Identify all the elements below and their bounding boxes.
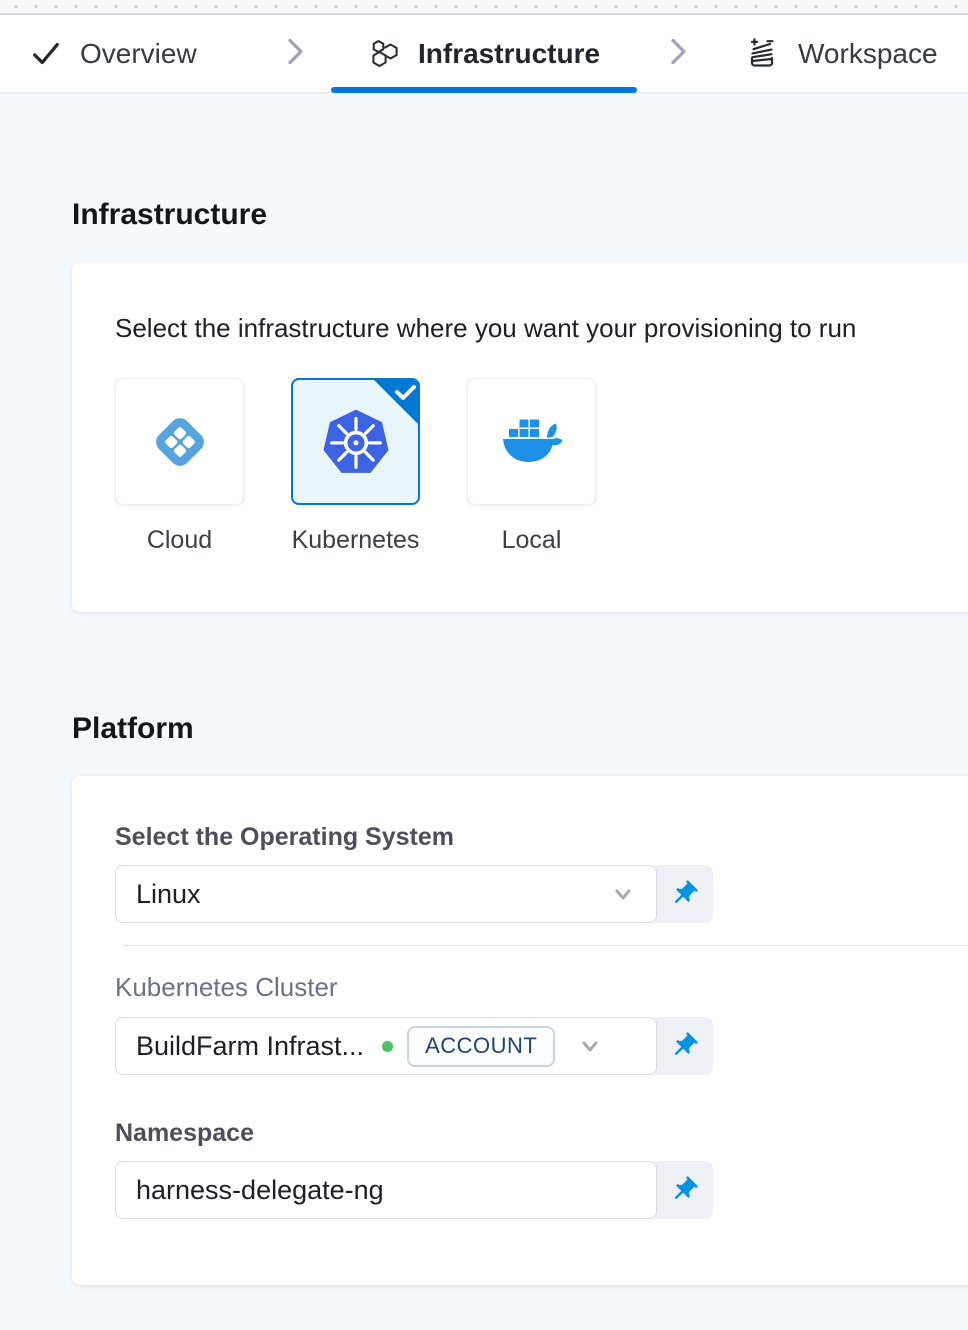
namespace-field-row (115, 1161, 968, 1219)
tab-overview-label: Overview (80, 38, 197, 70)
pin-icon (669, 879, 699, 909)
tab-overview[interactable]: Overview (30, 15, 197, 92)
pin-icon (669, 1031, 699, 1061)
scope-badge: ACCOUNT (407, 1026, 555, 1067)
cluster-select-value: BuildFarm Infrast... (136, 1031, 364, 1062)
option-kubernetes-tile[interactable] (291, 378, 420, 505)
os-select[interactable]: Linux (115, 865, 657, 923)
chevron-down-icon (577, 1033, 603, 1059)
tab-workspace[interactable]: Workspace (744, 15, 938, 92)
option-kubernetes-label: Kubernetes (292, 525, 420, 555)
namespace-field-label: Namespace (115, 1118, 968, 1148)
infrastructure-options: Cloud (115, 378, 968, 555)
window-top-strip (0, 0, 968, 15)
cluster-select[interactable]: BuildFarm Infrast... ACCOUNT (115, 1017, 657, 1075)
option-kubernetes: Kubernetes (291, 378, 420, 555)
tab-infrastructure-label: Infrastructure (418, 38, 600, 70)
layers-icon (744, 36, 780, 72)
option-local: Local (467, 378, 596, 555)
os-field-row: Linux (115, 865, 968, 923)
tab-infrastructure[interactable]: Infrastructure (366, 15, 600, 92)
chevron-down-icon (610, 881, 636, 907)
platform-card: Select the Operating System Linux Kubern… (72, 776, 968, 1285)
check-icon (30, 38, 62, 70)
option-cloud: Cloud (115, 378, 244, 555)
option-cloud-tile[interactable] (115, 378, 244, 505)
active-tab-underline (331, 87, 637, 93)
os-field-label: Select the Operating System (115, 822, 968, 852)
option-local-tile[interactable] (467, 378, 596, 505)
chevron-right-icon (666, 34, 690, 73)
infrastructure-heading: Infrastructure (72, 199, 968, 231)
pin-icon (669, 1175, 699, 1205)
wizard-stepper: Overview Infrastructure (0, 15, 968, 93)
field-divider (123, 945, 968, 946)
chevron-right-icon (283, 34, 307, 73)
cluster-field-label: Kubernetes Cluster (115, 972, 968, 1002)
platform-heading: Platform (72, 713, 968, 745)
cluster-field-row: BuildFarm Infrast... ACCOUNT (115, 1017, 968, 1075)
tab-workspace-label: Workspace (798, 38, 938, 70)
connector-status-dot (382, 1041, 393, 1052)
infrastructure-prompt: Select the infrastructure where you want… (115, 312, 968, 344)
docker-whale-icon (495, 414, 569, 470)
namespace-input[interactable] (115, 1161, 657, 1219)
option-cloud-label: Cloud (147, 525, 212, 555)
os-select-value: Linux (136, 879, 588, 910)
option-local-label: Local (502, 525, 562, 555)
cloud-icon (147, 409, 213, 475)
hexagons-icon (366, 37, 400, 71)
selected-check-icon (371, 379, 419, 432)
infrastructure-card: Select the infrastructure where you want… (72, 262, 968, 612)
